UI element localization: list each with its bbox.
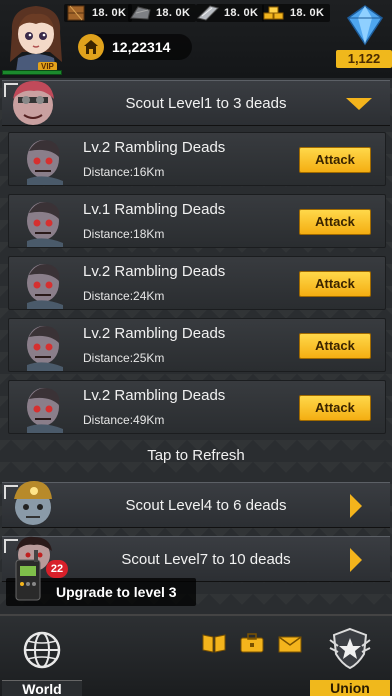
attack-button[interactable]: Attack bbox=[299, 209, 371, 235]
briefcase-icon[interactable] bbox=[238, 630, 266, 656]
attack-button[interactable]: Attack bbox=[299, 333, 371, 359]
zombie-portrait-icon bbox=[19, 135, 71, 185]
resource-wood[interactable]: 18. 0K bbox=[64, 4, 133, 22]
chevron-down-icon[interactable] bbox=[346, 98, 372, 110]
top-bar: VIP 18. 0K 18. 0K 18. 0K 18. 0K 12,22314 bbox=[0, 0, 392, 78]
steel-icon bbox=[196, 4, 220, 22]
attack-button[interactable]: Attack bbox=[299, 271, 371, 297]
zombie-portrait-icon bbox=[19, 259, 71, 309]
target-distance: Distance:25Km bbox=[83, 351, 165, 365]
scout-group-title: Scout Level1 to 3 deads bbox=[125, 95, 287, 112]
target-name: Lv.1 Rambling Deads bbox=[83, 201, 226, 218]
target-name: Lv.2 Rambling Deads bbox=[83, 263, 226, 280]
target-row: Lv.2 Rambling Deads Distance:16Km Attack bbox=[8, 132, 386, 186]
chevron-right-icon[interactable] bbox=[350, 548, 362, 572]
home-power-icon bbox=[78, 34, 104, 60]
target-distance: Distance:49Km bbox=[83, 413, 165, 427]
bottom-nav: World Union bbox=[0, 614, 392, 696]
target-row: Lv.2 Rambling Deads Distance:25Km Attack bbox=[8, 318, 386, 372]
zombie-portrait-icon bbox=[19, 383, 71, 433]
scout-group-title: Scout Level7 to 10 deads bbox=[121, 551, 291, 568]
target-row: Lv.2 Rambling Deads Distance:49Km Attack bbox=[8, 380, 386, 434]
wood-crate-icon bbox=[64, 4, 88, 22]
target-distance: Distance:24Km bbox=[83, 289, 165, 303]
target-row: Lv.1 Rambling Deads Distance:18Km Attack bbox=[8, 194, 386, 248]
book-icon[interactable] bbox=[200, 630, 228, 656]
union-shield-icon bbox=[328, 626, 372, 675]
upgrade-banner[interactable]: 22 Upgrade to level 3 bbox=[6, 550, 196, 606]
chevron-right-icon[interactable] bbox=[350, 494, 362, 518]
gem-icon bbox=[346, 4, 384, 51]
stone-icon bbox=[128, 4, 152, 22]
player-avatar[interactable] bbox=[4, 2, 68, 72]
power-display[interactable]: 12,22314 bbox=[78, 34, 192, 60]
target-row: Lv.2 Rambling Deads Distance:24Km Attack bbox=[8, 256, 386, 310]
resource-steel[interactable]: 18. 0K bbox=[196, 4, 265, 22]
mail-icon[interactable] bbox=[276, 630, 304, 656]
zombie-portrait-icon bbox=[19, 321, 71, 371]
target-distance: Distance:16Km bbox=[83, 165, 165, 179]
resource-gold[interactable]: 18. 0K bbox=[262, 4, 331, 22]
notification-badge: 22 bbox=[46, 560, 68, 578]
upgrade-text: Upgrade to level 3 bbox=[56, 584, 177, 600]
gold-bars-icon bbox=[262, 4, 286, 22]
target-name: Lv.2 Rambling Deads bbox=[83, 387, 226, 404]
scout-portrait-icon bbox=[4, 75, 62, 129]
world-button[interactable]: World bbox=[2, 620, 82, 696]
globe-icon bbox=[22, 630, 62, 675]
resource-stone[interactable]: 18. 0K bbox=[128, 4, 197, 22]
target-distance: Distance:18Km bbox=[83, 227, 165, 241]
scout-group-level1-3[interactable]: Scout Level1 to 3 deads bbox=[2, 80, 390, 126]
target-name: Lv.2 Rambling Deads bbox=[83, 139, 226, 156]
attack-button[interactable]: Attack bbox=[299, 395, 371, 421]
attack-button[interactable]: Attack bbox=[299, 147, 371, 173]
zombie-portrait-icon bbox=[19, 197, 71, 247]
walkie-talkie-icon bbox=[8, 550, 48, 604]
gems-store[interactable]: 1,122 bbox=[336, 2, 392, 68]
scout-group-level4-6[interactable]: Scout Level4 to 6 deads bbox=[2, 481, 390, 528]
scout-portrait-icon bbox=[4, 477, 62, 531]
scout-group-title: Scout Level4 to 6 deads bbox=[125, 497, 287, 514]
target-name: Lv.2 Rambling Deads bbox=[83, 325, 226, 342]
union-button[interactable]: Union bbox=[310, 620, 390, 696]
tap-to-refresh[interactable]: Tap to Refresh bbox=[0, 447, 392, 464]
